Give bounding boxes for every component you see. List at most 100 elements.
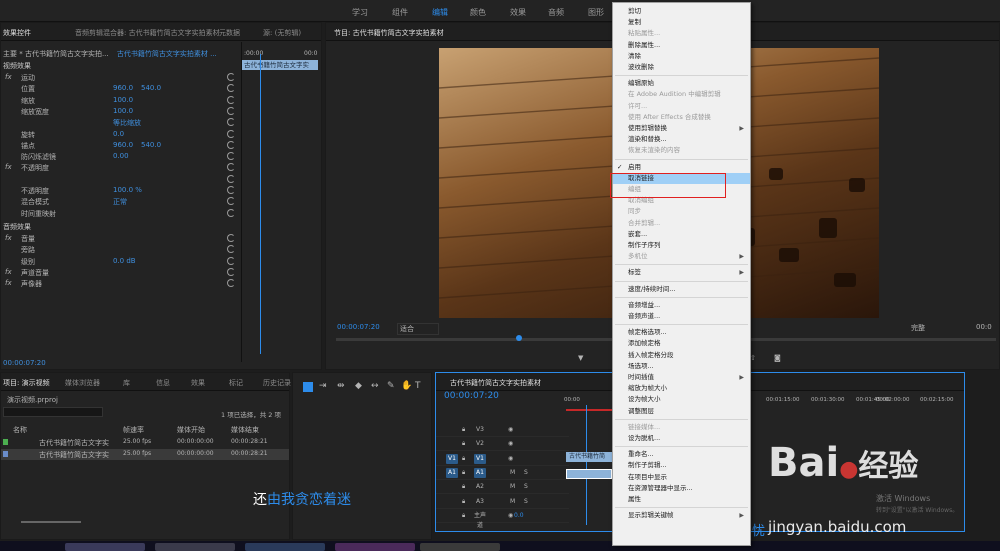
track-select-icon[interactable]: ⇥ [319,381,327,391]
video-clip-v1[interactable]: 古代书籍竹简 [566,452,612,462]
taskbar-app[interactable] [420,543,500,551]
eye-icon[interactable]: ◉ [508,512,513,519]
mute-toggle[interactable]: M [510,498,515,505]
track-header[interactable]: 🔒︎ A3 M S [436,495,569,509]
tab-libraries[interactable]: 库 [123,378,130,388]
effect-property-row[interactable] [1,174,241,186]
menu-item[interactable]: 编辑原始 [613,78,750,89]
effect-property-row[interactable]: fx 不透明度 [1,163,241,174]
property-value-1[interactable]: 100.0 [113,96,133,104]
reset-icon[interactable] [227,152,235,161]
track-header[interactable]: V1 🔒︎ V1 ◉ [436,452,569,466]
fx-toggle-icon[interactable]: fx [5,163,12,171]
workspace-graphics[interactable]: 图形 [588,7,604,18]
menu-item[interactable]: 设为脱机... [613,433,750,444]
effect-property-row[interactable]: 位置 960.0 540.0 [1,84,241,95]
track-label[interactable]: A3 [474,497,486,507]
property-value-1[interactable]: 100.0 % [113,186,142,194]
reset-icon[interactable] [227,118,235,127]
effect-property-row[interactable]: 旋转 0.0 [1,129,241,141]
effect-property-row[interactable]: 时间重映射 [1,208,241,220]
audio-property-row[interactable]: 级别 0.0 dB [1,256,241,268]
reset-icon[interactable] [227,84,235,93]
track-header[interactable]: 🔒︎ V2 ◉ [436,437,569,452]
reset-icon[interactable] [227,197,235,206]
menu-item[interactable]: 删除属性... [613,40,750,51]
sequence-tab[interactable]: 古代书籍竹简古文字实拍素材 [450,378,541,388]
track-label[interactable]: A2 [474,482,486,492]
program-playhead[interactable] [516,335,522,341]
menu-item[interactable]: 缩放为帧大小 [613,383,750,394]
ripple-edit-icon[interactable]: ⇹ [337,381,345,391]
fit-select[interactable]: 适合 [397,323,439,335]
menu-item[interactable]: 波纹删除 [613,62,750,73]
table-row[interactable]: 古代书籍竹简古文字实 25.00 fps 00:00:00:00 00:00:2… [1,449,289,460]
type-icon[interactable]: T [415,381,421,391]
effect-property-row[interactable]: 防闪烁滤镜 0.00 [1,152,241,163]
workspace-effects[interactable]: 效果 [510,7,526,18]
mute-toggle[interactable]: M [510,483,515,490]
menu-item[interactable]: 启用 ✓ [613,162,750,173]
lock-icon[interactable]: 🔒︎ [462,512,465,520]
property-value[interactable]: 0.0 dB [113,257,136,265]
menu-item[interactable]: 调整图层 [613,406,750,417]
effect-property-row[interactable]: 缩放 100.0 [1,95,241,107]
reset-icon[interactable] [227,129,235,138]
menu-item[interactable]: 剪切 [613,6,750,17]
effect-property-row[interactable]: fx 运动 [1,73,241,84]
razor-icon[interactable]: ◆ [355,381,362,391]
solo-toggle[interactable]: S [524,483,528,490]
slip-icon[interactable]: ↔ [371,381,379,391]
effect-property-row[interactable]: 锚点 960.0 540.0 [1,140,241,152]
menu-item[interactable]: 设为帧大小 [613,394,750,405]
tab-metadata[interactable]: 元数据 [219,28,240,38]
pen-icon[interactable]: ✎ [387,381,395,391]
menu-item[interactable]: 速度/持续时间... [613,284,750,295]
workspace-assembly[interactable]: 组件 [392,7,408,18]
solo-toggle[interactable]: S [524,498,528,505]
reset-icon[interactable] [227,163,235,172]
reset-icon[interactable] [227,267,235,276]
tab-effects[interactable]: 效果 [191,378,205,388]
track-header[interactable]: 🔒︎ A2 M S [436,480,569,495]
track-label[interactable]: A1 [474,467,486,478]
menu-item[interactable]: 插入帧定格分段 [613,350,750,361]
audio-property-row[interactable]: fx 声道音量 [1,267,241,279]
menu-item[interactable]: 渲染和替换... [613,134,750,145]
taskbar-app[interactable] [65,543,145,551]
track-header[interactable]: 🔒︎ V3 ◉ [436,423,569,437]
property-value-2[interactable]: 540.0 [141,84,161,92]
taskbar-app[interactable] [155,543,235,551]
zoom-slider[interactable] [21,521,81,523]
tab-effect-controls[interactable]: 效果控件 [3,28,31,38]
camera-icon[interactable]: ◙ [774,354,781,362]
fx-toggle-icon[interactable]: fx [5,268,12,276]
reset-icon[interactable] [227,245,235,254]
menu-item[interactable]: 音频声道... [613,311,750,322]
tab-media-browser[interactable]: 媒体浏览器 [65,378,100,388]
col-fps[interactable]: 帧速率 [123,425,144,435]
property-value-1[interactable]: 正常 [113,197,127,207]
menu-item[interactable]: 标签 ▶ [613,267,750,278]
effect-property-row[interactable]: 缩放宽度 100.0 [1,106,241,118]
fx-toggle-icon[interactable]: fx [5,73,12,81]
track-header[interactable]: A1 🔒︎ A1 M S [436,466,569,480]
audio-property-row[interactable]: 旁路 [1,245,241,256]
master-level[interactable]: 0.0 [514,512,524,519]
tab-project[interactable]: 项目: 演示视频 [3,378,50,388]
effect-property-row[interactable]: 不透明度 100.0 % [1,186,241,197]
menu-item[interactable]: 制作子剪辑... [613,460,750,471]
audio-clip-a1[interactable] [566,469,612,479]
reset-icon[interactable] [227,73,235,81]
program-title[interactable]: 节目: 古代书籍竹简古文字实拍素材 [334,28,444,38]
track-label[interactable]: V1 [474,453,486,464]
eye-icon[interactable]: ◉ [508,426,513,433]
reset-icon[interactable] [227,279,235,288]
lock-icon[interactable]: 🔒︎ [462,455,465,463]
menu-item[interactable]: 在项目中显示 [613,472,750,483]
source-patch[interactable]: A1 [446,467,458,478]
reset-icon[interactable] [227,234,235,242]
track-label[interactable]: 主声道 [474,511,486,529]
menu-item[interactable]: 帧定格选项... [613,327,750,338]
property-value-1[interactable]: 100.0 [113,107,133,115]
